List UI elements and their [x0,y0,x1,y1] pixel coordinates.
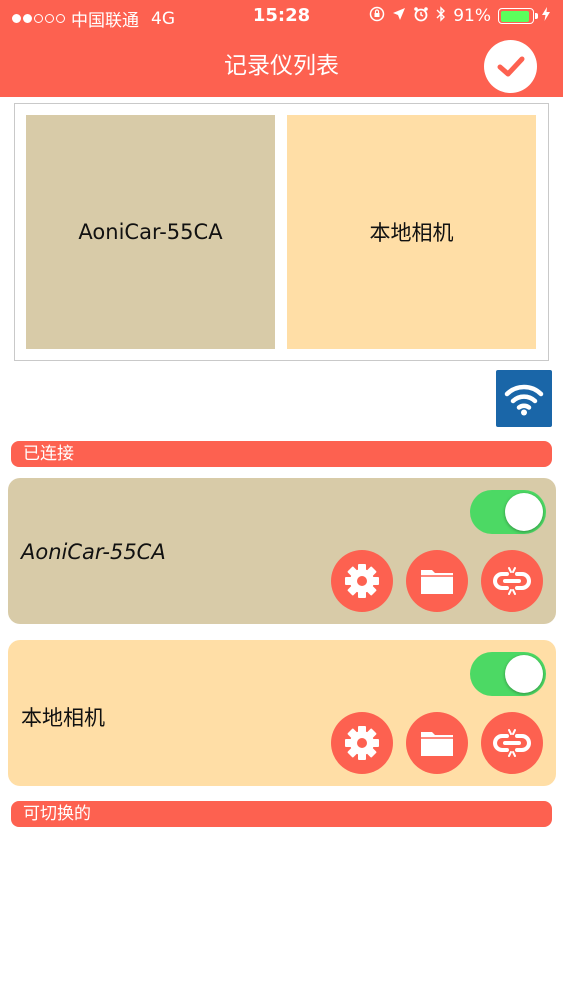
unlink-icon [493,567,531,595]
battery-icon [498,8,538,24]
bluetooth-icon [436,6,446,26]
nav-header: 中国联通 4G 15:28 91% 记录仪列表 [0,0,563,97]
device-name: 本地相机 [21,706,105,730]
toggle-knob [505,655,543,693]
unlink-icon [493,729,531,757]
charging-icon [541,7,551,25]
status-right: 91% [369,6,551,26]
location-arrow-icon [392,7,406,25]
device-toggle[interactable] [470,652,546,696]
device-disconnect-button[interactable] [481,550,543,612]
recorder-grid: AoniCar-55CA 本地相机 [14,103,549,361]
toggle-knob [505,493,543,531]
settings-icon [345,726,379,760]
grid-item-label: 本地相机 [369,221,454,245]
device-card: AoniCar-55CA [8,478,556,624]
device-files-button[interactable] [406,550,468,612]
folder-icon [421,570,453,594]
device-disconnect-button[interactable] [481,712,543,774]
device-toggle[interactable] [470,490,546,534]
device-settings-button[interactable] [331,550,393,612]
device-files-button[interactable] [406,712,468,774]
folder-icon [421,732,453,756]
lock-rotation-icon [369,6,385,26]
grid-item-local-camera[interactable]: 本地相机 [287,115,536,349]
grid-item-aonicar[interactable]: AoniCar-55CA [26,115,275,349]
grid-item-label: AoniCar-55CA [78,220,223,244]
battery-fill [500,10,529,22]
battery-percent: 91% [453,6,491,26]
page-title: 记录仪列表 [224,53,339,79]
status-bar: 中国联通 4G 15:28 91% [0,0,563,34]
wifi-icon [504,384,544,415]
settings-icon [345,564,379,598]
wifi-button[interactable] [496,370,552,427]
device-name: AoniCar-55CA [21,540,166,564]
section-header-connected: 已连接 [11,441,552,467]
checkmark-icon [497,56,524,76]
confirm-button[interactable] [484,40,537,93]
device-settings-button[interactable] [331,712,393,774]
alarm-icon [413,6,429,26]
device-card: 本地相机 [8,640,556,786]
section-header-switchable: 可切换的 [11,801,552,827]
